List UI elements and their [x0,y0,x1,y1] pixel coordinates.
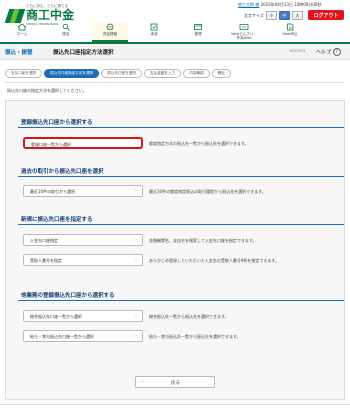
progress-steps: 支払口座を選択 振込先口座指定方法を選択 振込先口座を選択 支払金額を入力 内容… [5,69,233,78]
option-description: 金融機関名、支店名を検索して入金先口座を指定できます。 [149,238,257,243]
font-size-large-button[interactable]: 大 [291,11,303,20]
font-size-label: 文字サイズ [244,12,264,18]
nav-home[interactable]: ホーム [4,22,40,41]
nav-approval[interactable]: 承認 [136,22,172,41]
nav-apply-label: Web申込 [282,32,298,36]
font-size-small-button[interactable]: 小 [265,11,277,20]
user-name[interactable]: 商工太郎 様 [238,2,259,7]
option-description: あらかじめ登録していただいた入金先の受取人番号9桁を指定できます。 [149,258,280,263]
section-divider [18,176,344,177]
header: ともに歩む、ともに育てる 商工中金 SHOKO CHUKIN BANK 商工太郎… [0,0,350,42]
chevron-right-icon: › [135,313,137,319]
global-nav: ホーム 照会 資金移動 承認 管理 Webでんさい・ 外為Web Web申込 [0,22,350,42]
nav-transfer-label: 資金移動 [102,32,118,36]
deposit-account-specify-button[interactable]: 入金先口座指定 › [23,234,143,246]
section-new-title: 新規に振込先口座を指定する [21,217,93,223]
option-description: 総合振込先一覧から振込先を選択できます。 [149,314,229,319]
densai-icon [239,24,249,30]
apply-icon [287,23,294,31]
nav-apply[interactable]: Web申込 [272,22,308,41]
general-transfer-list-button[interactable]: 総合振込先口座一覧から選択 › [23,310,143,322]
button-label: 最近10件の取引から選択 [30,189,76,194]
nav-inquiry-label: 照会 [62,32,70,36]
step-2-current: 振込先口座指定方法を選択 [44,69,100,78]
chevron-left-icon: ‹ [142,379,144,385]
section-other-business-title: 他業務の登録振込先口座から選択する [21,293,115,299]
section-divider [18,300,344,301]
chevron-right-icon: › [134,141,136,147]
logo-name: 商工中金 [26,8,75,22]
nav-admin-label: 管理 [194,32,202,36]
back-label: 戻る [171,381,180,386]
section-registered-title: 登録振込先口座から選択する [21,120,93,126]
section-divider [18,224,344,225]
home-icon [17,23,27,31]
login-datetime: 2016年04月13日 10時00分00秒 [260,2,322,7]
button-label: 受取人番号を指定 [30,258,62,263]
option-description: 都度指定方式の振込先一覧から振込先を選択できます。 [149,141,249,146]
chevron-right-icon: › [135,188,137,194]
page-title: 振込先口座指定方法選択 [53,50,114,56]
selection-panel: 登録振込先口座から選択する 登録口座一覧から選択 › 都度指定方式の振込先一覧か… [5,100,345,400]
option-description: 給与・賞与振込先一覧から振込先を選択できます。 [149,334,241,339]
nav-home-label: ホーム [16,32,28,36]
step-1: 支払口座を選択 [5,69,43,78]
page-category: 振込・振替 [5,50,33,56]
button-label: 登録口座一覧から選択 [31,142,71,147]
step-4: 支払金額を入力 [144,69,182,78]
step-5: 内容確認 [183,69,210,78]
font-size-medium-button[interactable]: 中 [278,11,290,20]
section-history-title: 過去の取引から振込先口座を選択 [21,169,104,175]
title-bar: 振込・振替 振込先口座指定方法選択 BFKF003 ヘルプ ? [0,44,350,60]
intro-text: 振込先口座の指定方法を選択してください。 [7,88,87,93]
chevron-right-icon: › [135,333,137,339]
step-6: 確定 [211,69,231,78]
inquiry-icon [62,23,70,31]
user-info: 商工太郎 様 2016年04月13日 10時00分00秒 [238,2,321,8]
back-button[interactable]: ‹ 戻る [135,376,215,388]
approval-icon [150,23,158,31]
intro-area: 振込先口座の指定方法を選択してください。 [5,82,345,97]
logo-mark-icon [4,7,26,24]
nav-densai-label: Webでんさい・ 外為Web [231,32,257,40]
recent-transactions-button[interactable]: 最近10件の取引から選択 › [23,185,143,197]
step-3: 振込先口座を選択 [101,69,143,78]
help-label: ヘルプ [316,49,332,56]
nav-approval-label: 承認 [150,32,158,36]
nav-transfer[interactable]: 資金移動 [92,22,128,42]
help-icon: ? [332,48,341,56]
section-divider [18,127,344,128]
screen-code: BFKF003 [290,49,306,53]
chevron-right-icon: › [135,257,137,263]
registered-account-list-button[interactable]: 登録口座一覧から選択 › [23,137,143,149]
help-link[interactable]: ヘルプ ? [316,48,341,56]
footer-divider [0,404,350,405]
chevron-right-icon: › [135,237,137,243]
logout-button[interactable]: ログアウト [308,10,344,20]
button-label: 総合振込先口座一覧から選択 [30,314,82,319]
button-label: 入金先口座指定 [30,238,58,243]
salary-bonus-list-button[interactable]: 給与・賞与振込先口座一覧から選択 › [23,330,143,342]
font-size-switcher: 文字サイズ 小 中 大 [244,11,303,20]
option-description: 最近10件の都度指定振込の取引履歴から振込先を選択できます。 [149,189,266,194]
admin-icon [194,24,202,30]
recipient-number-button[interactable]: 受取人番号を指定 › [23,254,143,266]
nav-admin[interactable]: 管理 [180,22,216,41]
nav-densai[interactable]: Webでんさい・ 外為Web [222,22,266,41]
button-label: 給与・賞与振込先口座一覧から選択 [30,334,94,339]
nav-inquiry[interactable]: 照会 [48,22,84,41]
transfer-icon [106,23,114,31]
